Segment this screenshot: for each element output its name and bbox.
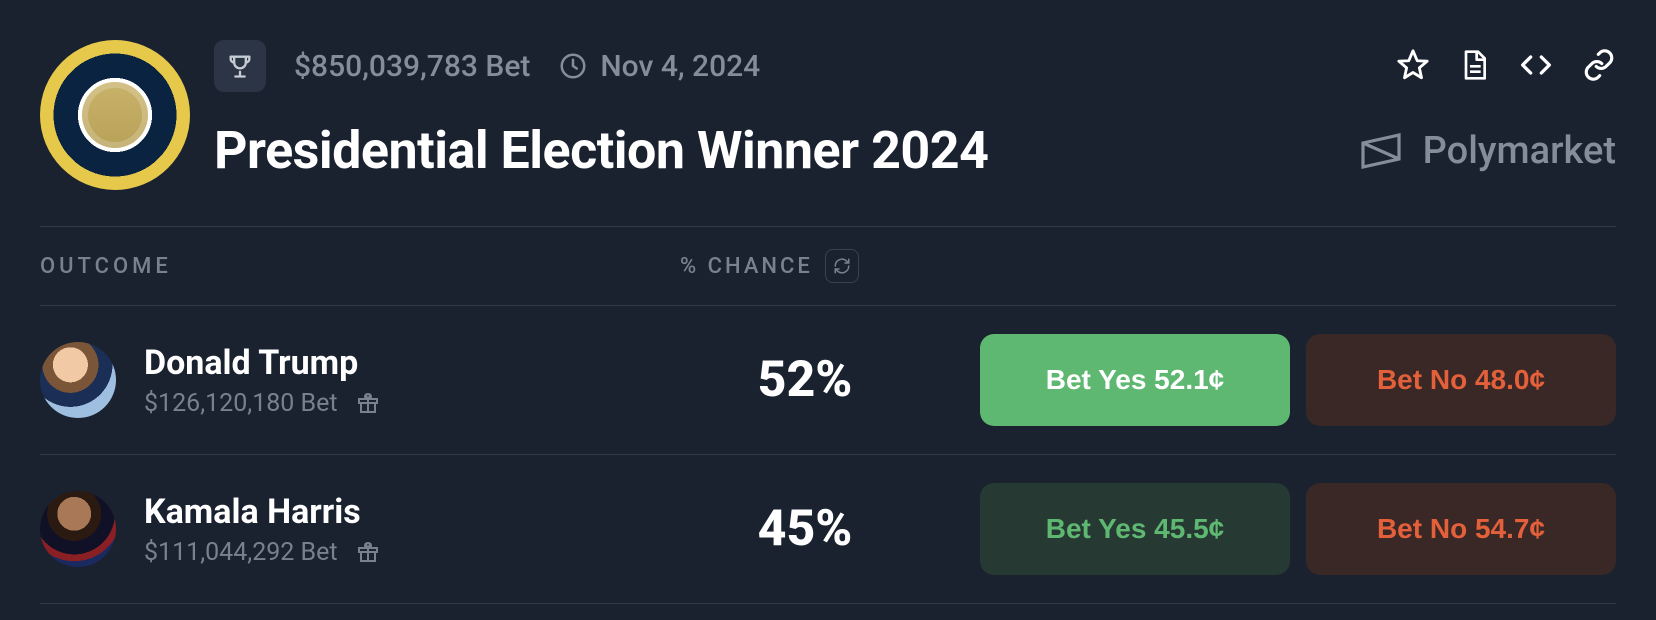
- market-title: Presidential Election Winner 2024: [214, 120, 988, 181]
- avatar: [40, 491, 116, 567]
- favorite-button[interactable]: [1396, 48, 1430, 82]
- outcome-bet-amount: $111,044,292 Bet: [144, 538, 338, 567]
- code-icon: [1518, 49, 1554, 81]
- star-icon: [1396, 48, 1430, 82]
- share-link-button[interactable]: [1582, 48, 1616, 82]
- column-headers: OUTCOME % CHANCE: [40, 227, 1616, 306]
- col-header-outcome: OUTCOME: [40, 254, 680, 279]
- gift-icon: [356, 540, 380, 564]
- clock-icon: [558, 51, 588, 81]
- outcome-row: Donald Trump $126,120,180 Bet 52% Bet Ye…: [40, 306, 1616, 455]
- polymarket-icon: [1357, 127, 1405, 175]
- bet-no-button[interactable]: Bet No 54.7¢: [1306, 483, 1616, 575]
- refresh-icon: [833, 257, 851, 275]
- gift-icon: [356, 391, 380, 415]
- bet-yes-button[interactable]: Bet Yes 52.1¢: [980, 334, 1290, 426]
- market-seal-image: [40, 40, 190, 190]
- total-bet: $850,039,783 Bet: [294, 49, 530, 84]
- market-date: Nov 4, 2024: [558, 49, 760, 84]
- outcome-bet-amount: $126,120,180 Bet: [144, 389, 338, 418]
- outcome-row: Kamala Harris $111,044,292 Bet 45% Bet Y…: [40, 455, 1616, 604]
- bet-yes-button[interactable]: Bet Yes 45.5¢: [980, 483, 1290, 575]
- market-date-value: Nov 4, 2024: [600, 49, 760, 84]
- trophy-icon: [226, 52, 254, 80]
- link-icon: [1582, 48, 1616, 82]
- col-header-chance: % CHANCE: [680, 249, 859, 283]
- refresh-button[interactable]: [825, 249, 859, 283]
- total-bet-value: $850,039,783 Bet: [294, 49, 530, 84]
- avatar: [40, 342, 116, 418]
- bet-no-button[interactable]: Bet No 48.0¢: [1306, 334, 1616, 426]
- brand-logo: Polymarket: [1357, 127, 1616, 175]
- embed-button[interactable]: [1518, 49, 1554, 81]
- col-chance-label: % CHANCE: [680, 254, 813, 279]
- document-icon: [1458, 49, 1490, 81]
- outcome-percent: 45%: [680, 500, 930, 558]
- outcome-name: Kamala Harris: [144, 492, 680, 532]
- outcome-subline: $126,120,180 Bet: [144, 389, 680, 418]
- outcome-percent: 52%: [680, 351, 930, 409]
- outcome-name: Donald Trump: [144, 343, 680, 383]
- document-button[interactable]: [1458, 49, 1490, 81]
- trophy-badge: [214, 40, 266, 92]
- brand-name: Polymarket: [1423, 129, 1616, 173]
- outcome-subline: $111,044,292 Bet: [144, 538, 680, 567]
